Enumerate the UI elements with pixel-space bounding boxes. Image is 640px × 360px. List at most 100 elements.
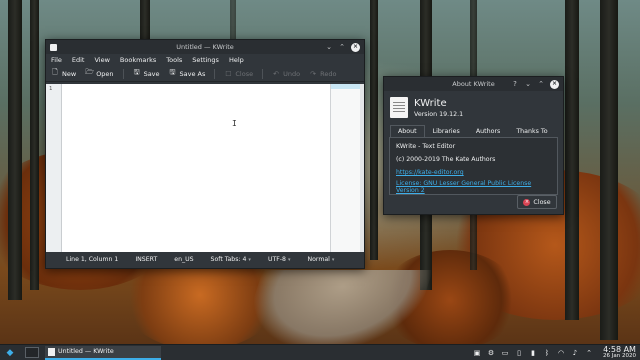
dictionary-label: en_US (174, 256, 194, 263)
open-button-label: Open (96, 69, 114, 78)
text-cursor-icon: I (232, 119, 237, 128)
encoding-label: UTF-8 (267, 256, 286, 263)
close-document-button[interactable]: ☐ Close (224, 70, 253, 78)
input-mode[interactable]: INSERT (135, 256, 157, 263)
menu-bar: File Edit View Bookmarks Tools Settings … (46, 54, 364, 66)
open-button[interactable]: 🗁 Open (85, 68, 113, 79)
cursor-position[interactable]: Line 1, Column 1 (66, 256, 118, 263)
tab-authors[interactable]: Authors (468, 125, 508, 137)
about-tabs: About Libraries Authors Thanks To (390, 125, 563, 137)
kwrite-window-title: Untitled — KWrite (176, 43, 234, 51)
application-launcher-icon[interactable]: ◆ (3, 346, 17, 360)
toolbar-separator (214, 68, 216, 79)
task-label: Untitled — KWrite (58, 348, 114, 355)
close-icon[interactable]: × (351, 42, 360, 52)
chevron-up-icon[interactable]: ⌃ (338, 43, 346, 51)
app-name: KWrite (414, 98, 447, 109)
save-icon: 🖫 (133, 68, 140, 76)
help-icon[interactable]: ? (511, 80, 519, 88)
volume-icon[interactable]: ♪ (571, 349, 579, 357)
app-description: KWrite - Text Editor (396, 143, 456, 150)
menu-tools[interactable]: Tools (166, 56, 182, 64)
close-document-icon: ☐ (225, 69, 232, 78)
new-button-label: New (62, 69, 77, 78)
menu-file[interactable]: File (51, 56, 62, 64)
undo-button[interactable]: ↶ Undo (272, 70, 300, 78)
chevron-down-icon[interactable]: ⌄ (325, 43, 333, 51)
about-tab-panel: KWrite - Text Editor (c) 2000-2019 The K… (389, 137, 558, 195)
menu-help[interactable]: Help (229, 56, 244, 64)
chevron-down-icon: ▾ (248, 256, 251, 263)
minimap[interactable] (330, 84, 360, 252)
redo-button[interactable]: ↷ Redo (309, 70, 336, 78)
menu-settings[interactable]: Settings (192, 56, 219, 64)
about-header: KWrite Version 19.12.1 (384, 91, 563, 125)
main-toolbar: 🗋 New 🗁 Open 🖫 Save 🖫 Save As ☐ Close ↶ … (46, 66, 364, 82)
menu-bookmarks[interactable]: Bookmarks (120, 56, 156, 64)
text-editor[interactable]: I (62, 84, 330, 252)
new-button[interactable]: 🗋 New (51, 68, 76, 79)
system-tray: ▣ ⚙ ▭ ▯ ▮ ᛒ ◠ ♪ ⌃ 4:58 AM 26 Jan 2020 (473, 345, 636, 360)
save-as-icon: 🖫 (169, 68, 176, 76)
disk-icon[interactable]: ▮ (529, 349, 537, 357)
clipboard-icon[interactable]: ▣ (473, 349, 481, 357)
tabs-label: Soft Tabs: 4 (210, 256, 247, 263)
save-button-label: Save (143, 69, 160, 78)
taskbar-panel: ◆ Untitled — KWrite ▣ ⚙ ▭ ▯ ▮ ᛒ ◠ ♪ ⌃ 4:… (0, 344, 640, 360)
kwrite-document-icon (390, 97, 408, 118)
encoding-selector[interactable]: UTF-8 ▾ (268, 256, 291, 263)
new-document-icon: 🗋 (52, 68, 58, 76)
tab-libraries[interactable]: Libraries (425, 125, 468, 137)
kwrite-app-icon[interactable] (50, 43, 57, 51)
website-link[interactable]: https://kate-editor.org (396, 169, 551, 176)
close-button-label: Close (533, 198, 551, 206)
network-wifi-icon[interactable]: ◠ (557, 349, 565, 357)
digital-clock[interactable]: 4:58 AM 26 Jan 2020 (603, 345, 636, 360)
status-bar: Line 1, Column 1 INSERT en_US Soft Tabs:… (46, 251, 364, 268)
device-notifier-icon[interactable]: ▯ (515, 349, 523, 357)
chevron-up-icon[interactable]: ⌃ (537, 80, 545, 88)
virtual-desktop-pager[interactable] (25, 347, 39, 358)
license-link[interactable]: License: GNU Lesser General Public Licen… (396, 180, 551, 194)
redo-icon: ↷ (310, 69, 317, 78)
highlighting-label: Normal (307, 256, 330, 263)
close-document-label: Close (235, 69, 254, 78)
app-version: Version 19.12.1 (414, 111, 464, 118)
copyright-text: (c) 2000-2019 The Kate Authors (396, 156, 496, 163)
chevron-down-icon: ▾ (331, 256, 335, 263)
toolbar-separator (122, 68, 124, 79)
redo-button-label: Redo (320, 69, 337, 78)
line-number: 1 (49, 86, 53, 92)
save-as-button-label: Save As (179, 69, 206, 78)
bluetooth-icon[interactable]: ᛒ (543, 349, 551, 357)
close-button[interactable]: × Close (517, 195, 557, 209)
undo-button-label: Undo (283, 69, 301, 78)
toolbar-separator (262, 68, 264, 79)
highlighting-selector[interactable]: Normal ▾ (308, 256, 335, 263)
vertical-scrollbar[interactable] (360, 84, 364, 252)
kwrite-window: Untitled — KWrite ⌄ ⌃ × File Edit View B… (45, 39, 365, 269)
tab-thanks-to[interactable]: Thanks To (508, 125, 555, 137)
dictionary-selector[interactable]: en_US (174, 256, 193, 263)
about-dialog: About KWrite ? ⌄ ⌃ × KWrite Version 19.1… (383, 76, 564, 215)
chevron-up-icon[interactable]: ⌃ (585, 349, 593, 357)
display-icon[interactable]: ▭ (501, 349, 509, 357)
kwrite-titlebar[interactable]: Untitled — KWrite ⌄ ⌃ × (46, 40, 364, 54)
clock-date: 26 Jan 2020 (603, 352, 636, 359)
menu-edit[interactable]: Edit (72, 56, 85, 64)
settings-icon[interactable]: ⚙ (487, 349, 495, 357)
folder-open-icon: 🗁 (85, 68, 94, 76)
tabs-selector[interactable]: Soft Tabs: 4 ▾ (211, 256, 251, 263)
undo-icon: ↶ (273, 69, 280, 78)
save-button[interactable]: 🖫 Save (133, 68, 160, 79)
kwrite-task-icon (48, 347, 55, 356)
editor-area: 1 I (46, 84, 364, 252)
about-titlebar[interactable]: About KWrite ? ⌄ ⌃ × (384, 77, 563, 91)
close-icon[interactable]: × (550, 79, 559, 89)
task-kwrite[interactable]: Untitled — KWrite (45, 345, 161, 360)
tab-about[interactable]: About (390, 125, 425, 137)
chevron-down-icon[interactable]: ⌄ (524, 80, 532, 88)
line-number-gutter: 1 (46, 84, 62, 252)
save-as-button[interactable]: 🖫 Save As (169, 68, 206, 79)
menu-view[interactable]: View (94, 56, 109, 64)
